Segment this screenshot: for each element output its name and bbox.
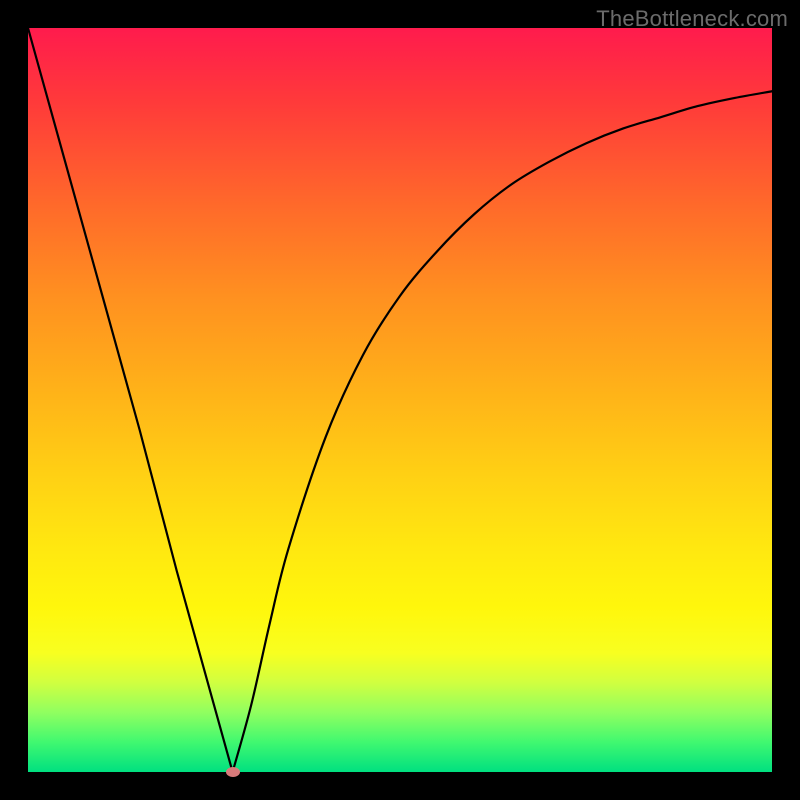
bottleneck-curve: [28, 28, 772, 772]
minimum-marker: [226, 767, 240, 777]
chart-container: TheBottleneck.com: [0, 0, 800, 800]
plot-area: [28, 28, 772, 772]
